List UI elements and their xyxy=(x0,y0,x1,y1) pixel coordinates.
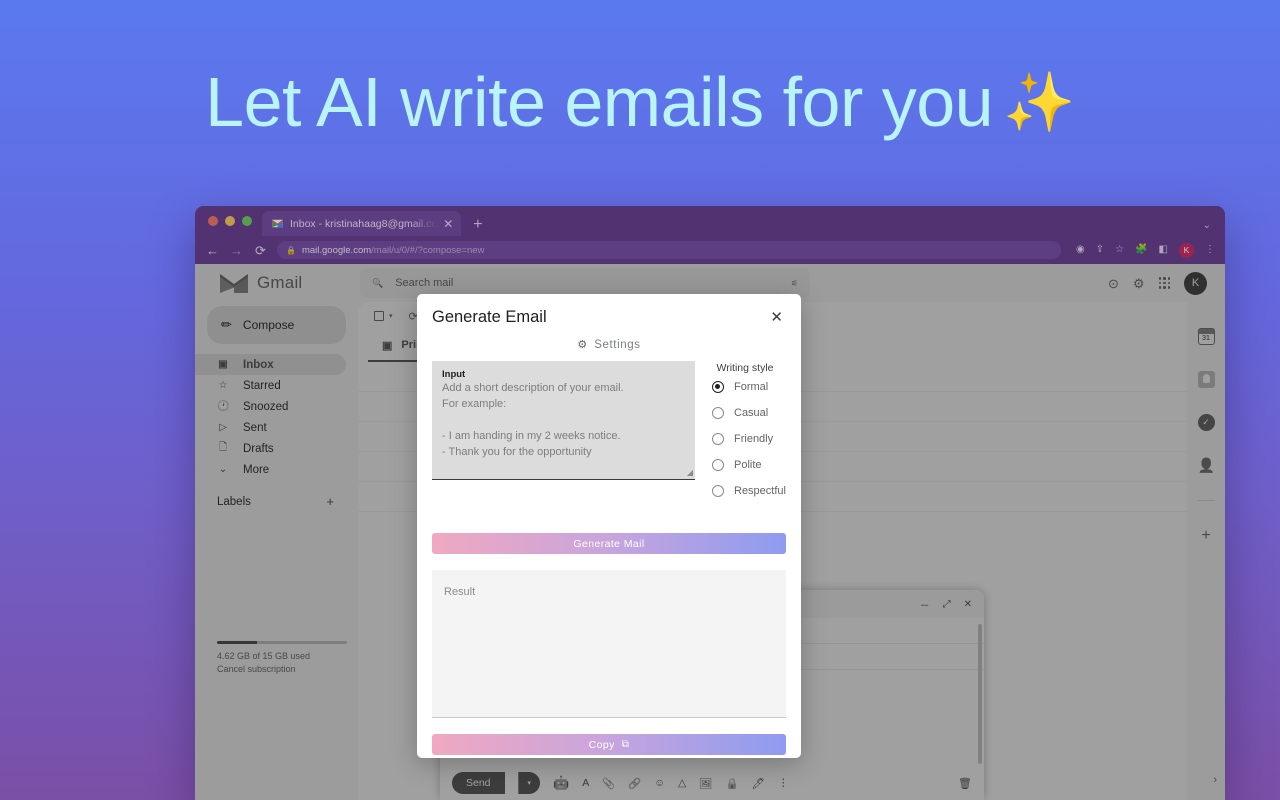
radio-label: Respectful xyxy=(734,485,786,497)
dialog-input-row: Input Add a short description of your em… xyxy=(432,361,786,504)
radio-label: Friendly xyxy=(734,433,774,445)
close-icon[interactable]: ✕ xyxy=(767,308,786,327)
settings-label: Settings xyxy=(594,338,641,351)
generate-mail-button[interactable]: Generate Mail xyxy=(432,533,786,554)
radio-button-icon[interactable] xyxy=(712,485,724,497)
input-placeholder: Add a short description of your email. F… xyxy=(442,382,624,458)
radio-formal[interactable]: Formal xyxy=(712,374,786,400)
radio-casual[interactable]: Casual xyxy=(712,400,786,426)
writing-style-title: Writing style xyxy=(716,362,774,374)
result-output[interactable]: Result xyxy=(432,570,786,718)
radio-button-icon[interactable] xyxy=(712,381,724,393)
radio-friendly[interactable]: Friendly xyxy=(712,426,786,452)
radio-button-icon[interactable] xyxy=(712,459,724,471)
result-placeholder: Result xyxy=(444,586,476,598)
browser-window: Inbox - kristinahaag8@gmail.co ✕ + ⌄ ← →… xyxy=(195,206,1225,800)
dialog-header: Generate Email ✕ xyxy=(432,294,786,327)
radio-label: Formal xyxy=(734,381,769,393)
radio-button-icon[interactable] xyxy=(712,433,724,445)
radio-polite[interactable]: Polite xyxy=(712,452,786,478)
page-title: Let AI write emails for you ✨ xyxy=(0,62,1280,142)
copy-label: Copy xyxy=(588,738,615,751)
copy-button[interactable]: Copy ⧉ xyxy=(432,734,786,755)
dialog-title: Generate Email xyxy=(432,308,547,326)
radio-label: Polite xyxy=(734,459,762,471)
radio-label: Casual xyxy=(734,407,769,419)
settings-link[interactable]: ⚙ Settings xyxy=(432,338,786,352)
generate-mail-label: Generate Mail xyxy=(573,537,645,550)
writing-style-group: Writing style Formal Casual Friendly Pol… xyxy=(695,361,786,504)
radio-button-icon[interactable] xyxy=(712,407,724,419)
resize-handle[interactable]: ◢ xyxy=(687,468,693,477)
email-description-input[interactable]: Input Add a short description of your em… xyxy=(432,361,695,480)
radio-respectful[interactable]: Respectful xyxy=(712,478,786,504)
copy-icon: ⧉ xyxy=(621,739,630,750)
sparkles-icon: ✨ xyxy=(1003,70,1075,135)
gear-icon: ⚙ xyxy=(577,339,588,351)
headline-text: Let AI write emails for you xyxy=(205,63,994,141)
input-label: Input xyxy=(442,369,466,380)
generate-email-dialog: Generate Email ✕ ⚙ Settings Input Add a … xyxy=(417,294,801,758)
